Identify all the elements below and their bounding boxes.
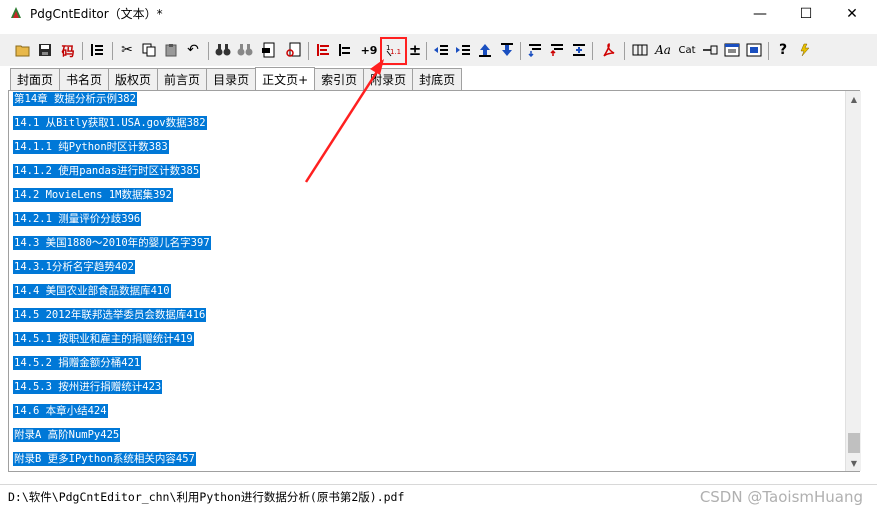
- tab-bar: 封面页 书名页 版权页 前言页 目录页 正文页+ 索引页 附录页 封底页: [10, 67, 463, 90]
- open-folder-icon[interactable]: [14, 40, 32, 60]
- toolbar-separator: [308, 42, 309, 60]
- highlight-box: [380, 37, 407, 65]
- list-item[interactable]: 14.1 从Bitly获取1.USA.gov数据382: [13, 116, 207, 130]
- expand-icon[interactable]: [570, 40, 588, 60]
- window-title: PdgCntEditor（文本）*: [30, 7, 163, 21]
- list-item[interactable]: 14.1.1 纯Python时区计数383: [13, 140, 169, 154]
- toolbar-separator: [112, 42, 113, 60]
- toolbar-separator: [592, 42, 593, 60]
- scroll-up-icon[interactable]: ▲: [846, 91, 862, 107]
- align-left-icon[interactable]: [314, 40, 332, 60]
- bookmark-page-icon[interactable]: [260, 40, 278, 60]
- window-icon[interactable]: [722, 40, 742, 60]
- close-button[interactable]: ✕: [829, 0, 875, 28]
- category-icon[interactable]: Cat: [676, 40, 698, 60]
- minimize-icon: —: [753, 6, 767, 22]
- minimize-button[interactable]: —: [737, 0, 783, 28]
- encoding-icon[interactable]: 码: [58, 40, 78, 60]
- page-search-icon[interactable]: [284, 40, 302, 60]
- case-icon[interactable]: Aa: [652, 40, 674, 60]
- tab-copyright[interactable]: 版权页: [108, 68, 159, 90]
- scroll-down-icon[interactable]: ▼: [846, 455, 862, 471]
- toolbar-separator: [768, 42, 769, 60]
- list-item[interactable]: 第14章 数据分析示例382: [13, 92, 137, 106]
- align-indent-icon[interactable]: [336, 40, 354, 60]
- list-item[interactable]: 14.4 美国农业部食品数据库410: [13, 284, 171, 298]
- list-item[interactable]: 14.3.1分析名字趋势402: [13, 260, 135, 274]
- undo-icon[interactable]: ↶: [184, 40, 202, 60]
- list-item[interactable]: 14.2 MovieLens 1M数据集392: [13, 188, 173, 202]
- scroll-thumb[interactable]: [848, 433, 860, 453]
- paste-icon[interactable]: [162, 40, 180, 60]
- link-icon[interactable]: [700, 40, 720, 60]
- cut-icon[interactable]: ✂: [118, 40, 136, 60]
- sort-icon[interactable]: [548, 40, 566, 60]
- tab-cover[interactable]: 封面页: [10, 68, 61, 90]
- status-divider: [0, 484, 877, 485]
- list-item[interactable]: 14.2.1 测量评价分歧396: [13, 212, 142, 226]
- list-item[interactable]: 14.5 2012年联邦选举委员会数据库416: [13, 308, 207, 322]
- move-up-icon[interactable]: [476, 40, 494, 60]
- help-icon[interactable]: ?: [774, 40, 792, 60]
- tab-body[interactable]: 正文页+: [255, 67, 316, 90]
- image-icon[interactable]: [744, 40, 764, 60]
- list-item[interactable]: 14.5.3 按州进行捐赠统计423: [13, 380, 163, 394]
- plus-minus-icon[interactable]: ±: [407, 40, 423, 60]
- list-item[interactable]: 14.3 美国1880～2010年的婴儿名字397: [13, 236, 211, 250]
- list-item[interactable]: 14.5.1 按职业和雇主的捐赠统计419: [13, 332, 194, 346]
- list-item[interactable]: 附录A 高阶NumPy425: [13, 428, 121, 442]
- tab-back-cover[interactable]: 封底页: [412, 68, 463, 90]
- maximize-button[interactable]: ☐: [783, 0, 829, 28]
- list-item[interactable]: 附录B 更多IPython系统相关内容457: [13, 452, 196, 466]
- find-replace-icon[interactable]: [236, 40, 254, 60]
- run-icon[interactable]: [796, 40, 814, 60]
- tab-index[interactable]: 索引页: [314, 68, 365, 90]
- title-bar: PdgCntEditor（文本）* — ☐ ✕: [0, 0, 877, 28]
- save-icon[interactable]: [36, 40, 54, 60]
- copy-icon[interactable]: [140, 40, 158, 60]
- outdent-icon[interactable]: [432, 40, 450, 60]
- list-icon[interactable]: [88, 40, 106, 60]
- file-path: D:\软件\PdgCntEditor_chn\利用Python进行数据分析(原书…: [8, 490, 405, 504]
- toolbar: 码 ✂ ↶ +9 1 1.1 ± Aa Cat ?: [0, 34, 877, 66]
- list-item[interactable]: 14.1.2 使用pandas进行时区计数385: [13, 164, 201, 178]
- app-icon: [11, 7, 21, 18]
- number-icon[interactable]: +9: [358, 40, 380, 60]
- toolbar-separator: [208, 42, 209, 60]
- tab-preface[interactable]: 前言页: [157, 68, 208, 90]
- close-icon: ✕: [846, 6, 858, 22]
- move-down-icon[interactable]: [498, 40, 516, 60]
- tab-appendix[interactable]: 附录页: [363, 68, 414, 90]
- maximize-icon: ☐: [799, 6, 813, 22]
- tab-title-page[interactable]: 书名页: [59, 68, 110, 90]
- tab-contents[interactable]: 目录页: [206, 68, 257, 90]
- toolbar-separator: [624, 42, 625, 60]
- list-item[interactable]: 14.5.2 捐赠金额分桶421: [13, 356, 142, 370]
- toolbar-separator: [520, 42, 521, 60]
- toc-text-editor[interactable]: 第14章 数据分析示例382 14.1 从Bitly获取1.USA.gov数据3…: [8, 90, 860, 472]
- vertical-scrollbar[interactable]: ▲ ▼: [845, 91, 861, 471]
- find-icon[interactable]: [214, 40, 232, 60]
- list-item[interactable]: 14.6 本章小结424: [13, 404, 108, 418]
- pdf-icon[interactable]: [598, 40, 620, 60]
- level-icon[interactable]: [526, 40, 544, 60]
- columns-icon[interactable]: [630, 40, 650, 60]
- indent-icon[interactable]: [454, 40, 472, 60]
- toolbar-separator: [82, 42, 83, 60]
- toolbar-separator: [426, 42, 427, 60]
- watermark: CSDN @TaoismHuang: [699, 488, 863, 506]
